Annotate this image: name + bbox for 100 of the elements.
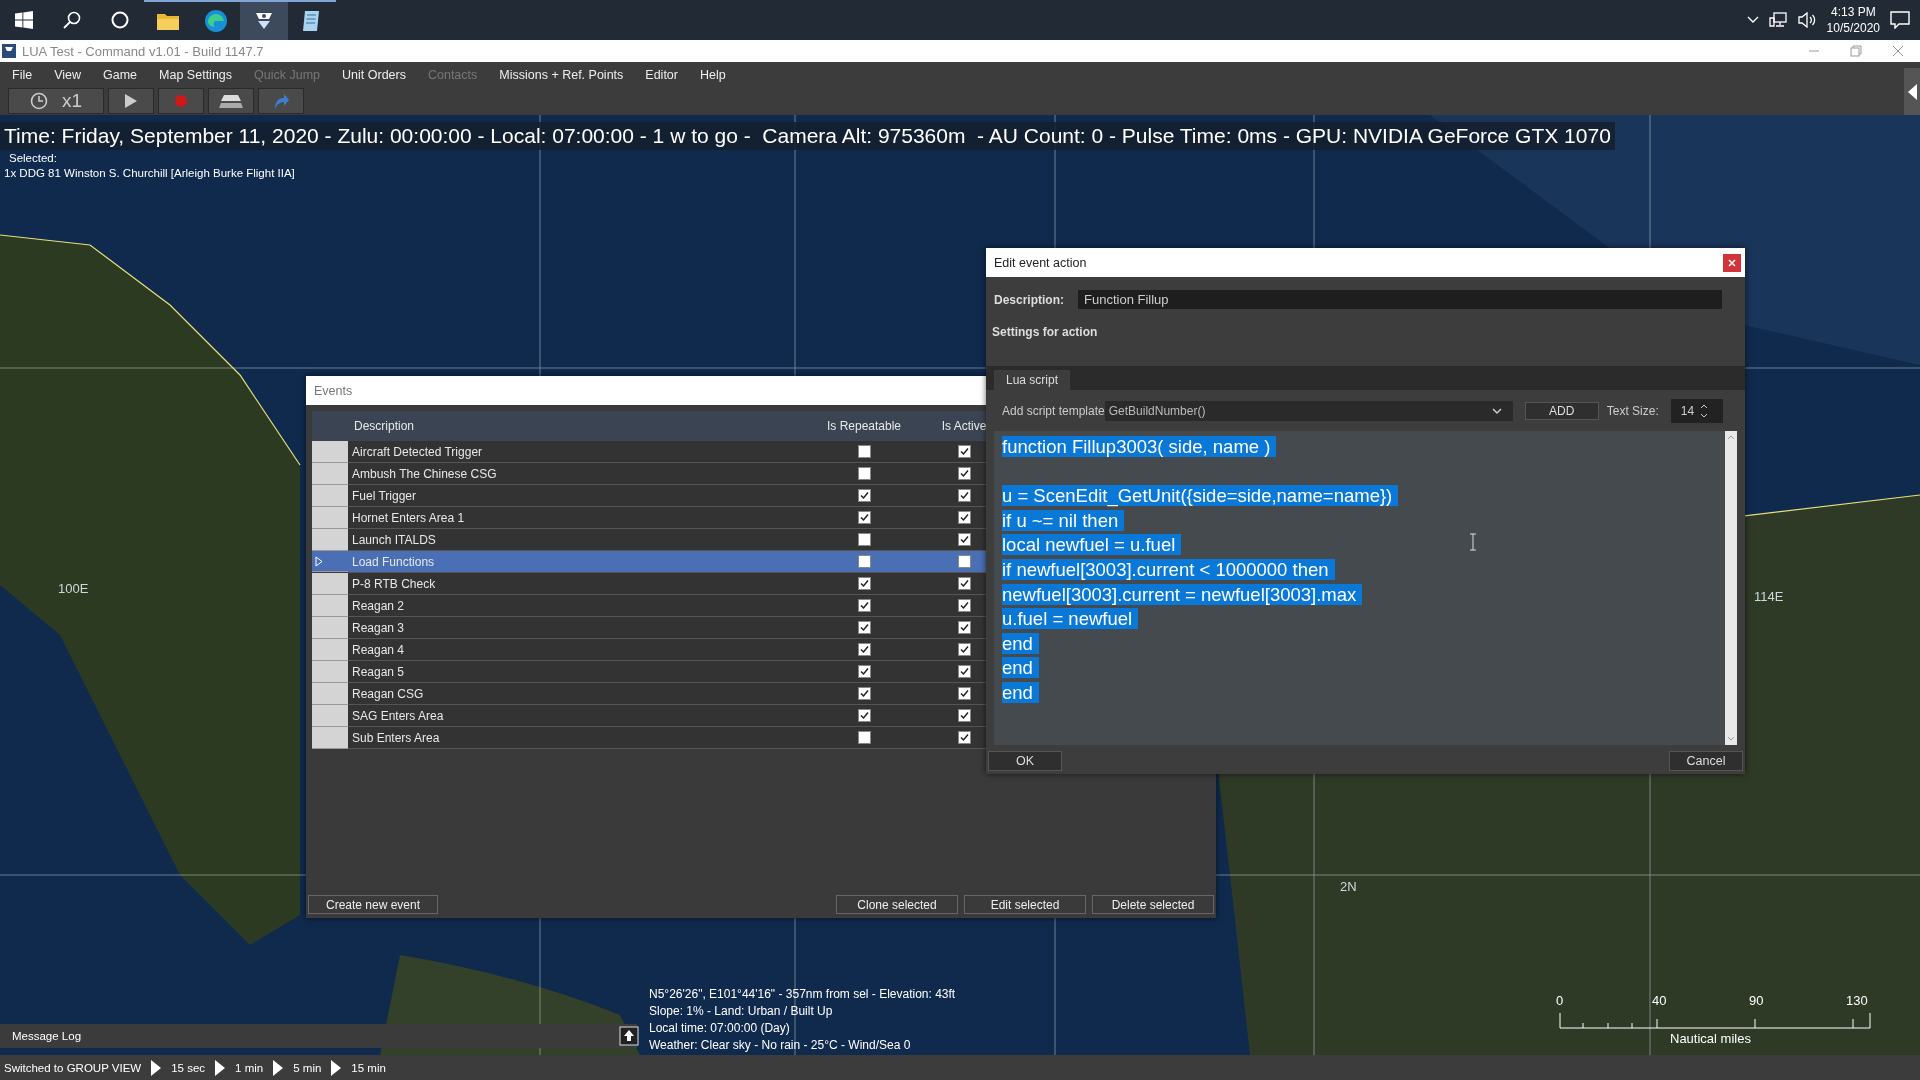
- checkbox[interactable]: [857, 511, 871, 524]
- scale-tick-label: 90: [1749, 993, 1764, 1008]
- menu-item[interactable]: File: [12, 67, 33, 82]
- menu-item[interactable]: Missions + Ref. Points: [499, 67, 624, 82]
- table-cell[interactable]: Fuel Trigger: [348, 485, 814, 507]
- menu-item[interactable]: Map Settings: [159, 67, 233, 82]
- table-cell[interactable]: Reagan CSG: [348, 683, 814, 705]
- clock-time[interactable]: 4:13 PM: [1830, 4, 1876, 20]
- checkbox[interactable]: [957, 555, 971, 568]
- time-step-button[interactable]: 1 min: [235, 1061, 264, 1074]
- table-cell[interactable]: Reagan 5: [348, 661, 814, 683]
- checkbox[interactable]: [857, 731, 871, 744]
- action-button[interactable]: Clone selected: [836, 895, 958, 914]
- play-icon[interactable]: [273, 1059, 284, 1076]
- table-cell[interactable]: Launch ITALDS: [348, 529, 814, 551]
- checkbox[interactable]: [857, 643, 871, 656]
- table-cell[interactable]: P-8 RTB Check: [348, 573, 814, 595]
- column-header[interactable]: Is Repeatable: [814, 411, 914, 441]
- network-icon[interactable]: [1768, 12, 1787, 28]
- template-dropdown[interactable]: GetBuildNumber(): [1104, 401, 1513, 421]
- create-event-button[interactable]: Create new event: [308, 895, 438, 914]
- cursor-info-line: Local time: 07:00:00 (Day): [649, 1020, 791, 1037]
- time-step-button[interactable]: 5 min: [293, 1061, 322, 1074]
- code-editor[interactable]: [994, 431, 1737, 745]
- status-readout: Time: Friday, September 11, 2020 - Zulu: 00:00:00 - Local: 07:00:00 - 1 w to go - Camera Alt: 975360m - AU Count: 0 - Pulse Time: 0ms - GPU: NVIDIA GeForce GTX 1070: [0, 122, 1615, 150]
- menu-item[interactable]: Editor: [645, 67, 678, 82]
- close-icon[interactable]: [1892, 45, 1904, 57]
- checkbox[interactable]: [957, 731, 971, 744]
- tab[interactable]: Lua script: [994, 370, 1071, 390]
- map-grid-label: 114E: [1754, 589, 1784, 604]
- add-button[interactable]: ADD: [1524, 402, 1599, 420]
- checkbox[interactable]: [857, 709, 871, 722]
- table-cell[interactable]: Reagan 3: [348, 617, 814, 639]
- time-step-button[interactable]: 15 min: [351, 1061, 386, 1074]
- menu-item[interactable]: Unit Orders: [342, 67, 406, 82]
- table-cell[interactable]: SAG Enters Area: [348, 705, 814, 727]
- table-cell[interactable]: Sub Enters Area: [348, 727, 814, 749]
- checkbox[interactable]: [857, 445, 871, 458]
- checkbox[interactable]: [957, 467, 971, 480]
- dialog-title: Edit event action: [994, 255, 1087, 270]
- chevron-icon[interactable]: [1746, 16, 1759, 24]
- checkbox[interactable]: [857, 621, 871, 634]
- notification-icon[interactable]: [1890, 11, 1910, 29]
- checkbox[interactable]: [857, 555, 871, 568]
- map-grid-label: 100E: [58, 581, 89, 596]
- checkbox[interactable]: [957, 533, 971, 546]
- checkbox[interactable]: [957, 489, 971, 502]
- menu-item[interactable]: View: [54, 67, 82, 82]
- play-icon[interactable]: [151, 1059, 162, 1076]
- menu-item[interactable]: Game: [103, 67, 138, 82]
- checkbox[interactable]: [957, 665, 971, 678]
- checkbox[interactable]: [957, 621, 971, 634]
- field-label: Description:: [994, 292, 1064, 307]
- message-log-bar[interactable]: Message Log: [0, 1024, 637, 1048]
- table-cell[interactable]: Reagan 2: [348, 595, 814, 617]
- checkbox[interactable]: [857, 599, 871, 612]
- menu-item[interactable]: Help: [699, 67, 726, 82]
- cursor-info-line: N5°26'26", E101°44'16" - 357nm from sel - Elevation: 43ft: [649, 986, 956, 1003]
- checkbox[interactable]: [857, 533, 871, 546]
- ok-button[interactable]: OK: [988, 751, 1062, 771]
- description-field[interactable]: Function Fillup: [1078, 290, 1722, 309]
- checkbox[interactable]: [957, 643, 971, 656]
- table-cell[interactable]: Hornet Enters Area 1: [348, 507, 814, 529]
- checkbox[interactable]: [957, 687, 971, 700]
- checkbox[interactable]: [857, 577, 871, 590]
- table-cell[interactable]: Load Functions: [348, 551, 814, 573]
- scale-unit: Nautical miles: [1670, 1031, 1751, 1046]
- checkbox[interactable]: [957, 511, 971, 524]
- checkbox[interactable]: [957, 599, 971, 612]
- play-icon[interactable]: [215, 1059, 226, 1076]
- caret-icon: [1490, 407, 1503, 415]
- cancel-button[interactable]: Cancel: [1669, 751, 1743, 771]
- checkbox[interactable]: [857, 489, 871, 502]
- checkbox[interactable]: [857, 687, 871, 700]
- taskbar-app[interactable]: [240, 0, 288, 40]
- checkbox[interactable]: [957, 709, 971, 722]
- time-step-button[interactable]: 15 sec: [171, 1061, 206, 1074]
- table-cell[interactable]: Ambush The Chinese CSG: [348, 463, 814, 485]
- side-panel-handle[interactable]: [1904, 68, 1920, 116]
- clock-date[interactable]: 10/5/2020: [1826, 20, 1880, 36]
- checkbox[interactable]: [957, 445, 971, 458]
- checkbox[interactable]: [857, 467, 871, 480]
- close-button[interactable]: [1723, 253, 1741, 272]
- action-button[interactable]: Edit selected: [964, 895, 1086, 914]
- map-grid-label: 2N: [1340, 879, 1357, 894]
- column-header[interactable]: Description: [348, 411, 814, 441]
- header-corner: [312, 411, 348, 441]
- clock-icon: [29, 92, 48, 110]
- scale-tick-label: 0: [1556, 993, 1564, 1008]
- play-icon[interactable]: [331, 1059, 342, 1076]
- volume-icon[interactable]: [1796, 12, 1817, 28]
- checkbox[interactable]: [957, 577, 971, 590]
- play-icon[interactable]: [108, 88, 154, 114]
- text-size-spinner[interactable]: 14: [1670, 399, 1723, 423]
- speed-button[interactable]: x1: [8, 88, 104, 114]
- checkbox[interactable]: [857, 665, 871, 678]
- layers-icon[interactable]: [208, 88, 254, 114]
- table-cell[interactable]: Aircraft Detected Trigger: [348, 441, 814, 463]
- table-cell[interactable]: Reagan 4: [348, 639, 814, 661]
- action-button[interactable]: Delete selected: [1092, 895, 1214, 914]
